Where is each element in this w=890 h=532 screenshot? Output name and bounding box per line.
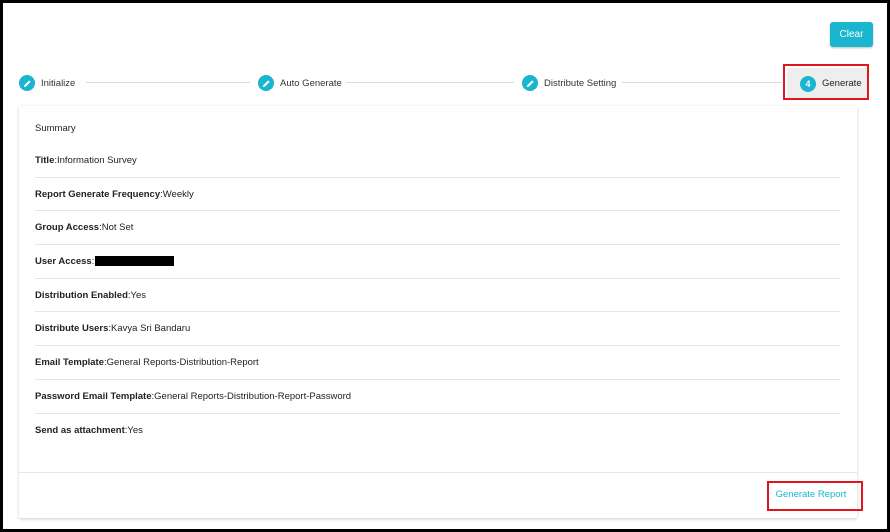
summary-row-group-access: Group Access: Not Set: [35, 211, 840, 246]
row-separator: :: [91, 255, 95, 267]
row-value: Weekly: [162, 188, 194, 200]
row-value: Yes: [130, 289, 147, 301]
row-value: General Reports-Distribution-Report: [106, 356, 259, 368]
summary-list: Title: Information Survey Report Generat…: [35, 144, 840, 447]
step-label: Auto Generate: [280, 77, 342, 89]
row-key: Group Access: [35, 222, 100, 234]
row-key: Title: [35, 154, 55, 166]
highlight-box-generate-report: [767, 481, 863, 511]
step-connector: [622, 82, 782, 83]
step-auto-generate[interactable]: Auto Generate: [258, 74, 342, 92]
row-value: Yes: [127, 424, 143, 436]
summary-row-send-as-attachment: Send as attachment: Yes: [35, 414, 840, 448]
summary-row-frequency: Report Generate Frequency: Weekly: [35, 178, 840, 212]
row-key: Email Template: [35, 356, 104, 368]
step-distribute-setting[interactable]: Distribute Setting: [522, 74, 616, 92]
row-value: Not Set: [101, 222, 134, 234]
step-initialize[interactable]: Initialize: [19, 74, 75, 92]
step-label: Initialize: [41, 77, 76, 89]
redacted-value: [95, 256, 175, 267]
step-connector: [346, 82, 514, 83]
row-key: Send as attachment: [35, 424, 125, 436]
row-value: Information Survey: [57, 154, 137, 166]
row-key: User Access: [35, 255, 92, 267]
summary-row-distribute-users: Distribute Users: Kavya Sri Bandaru: [35, 312, 840, 347]
card-footer-divider: [19, 472, 857, 473]
row-value: General Reports-Distribution-Report-Pass…: [154, 390, 352, 402]
row-key: Distribute Users: [35, 323, 109, 335]
summary-row-password-email-template: Password Email Template: General Reports…: [35, 380, 840, 414]
stepper: Initialize Auto Generate Distribute Sett…: [0, 64, 890, 102]
pencil-icon: [19, 75, 35, 91]
step-connector: [86, 82, 250, 83]
summary-row-title: Title: Information Survey: [35, 144, 840, 178]
row-key: Report Generate Frequency: [35, 188, 161, 200]
summary-row-email-template: Email Template: General Reports-Distribu…: [35, 346, 840, 380]
summary-row-distribution-enabled: Distribution Enabled: Yes: [35, 279, 840, 313]
summary-heading: Summary: [35, 123, 76, 134]
summary-card: Summary Title: Information Survey Report…: [19, 106, 857, 518]
pencil-icon: [522, 75, 538, 91]
row-key: Distribution Enabled: [35, 289, 128, 301]
step-label: Distribute Setting: [544, 77, 617, 89]
pencil-icon: [258, 75, 274, 91]
highlight-box-generate-step: [783, 64, 869, 100]
summary-row-user-access: User Access:: [35, 245, 840, 279]
clear-button[interactable]: Clear: [830, 22, 873, 47]
row-value: Kavya Sri Bandaru: [111, 323, 191, 335]
row-key: Password Email Template: [35, 390, 152, 402]
